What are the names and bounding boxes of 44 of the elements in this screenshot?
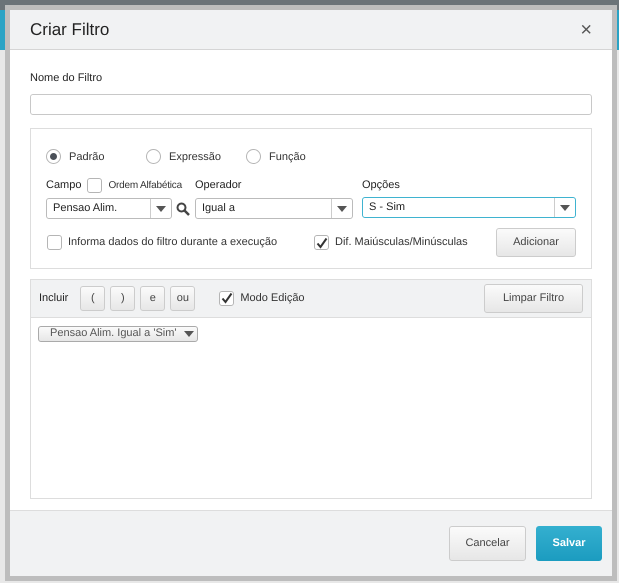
caret-icon bbox=[337, 206, 347, 212]
search-icon[interactable] bbox=[176, 202, 190, 216]
operator-select[interactable]: Igual a bbox=[195, 198, 353, 219]
caret-icon bbox=[184, 330, 194, 336]
radio-button[interactable] bbox=[246, 149, 261, 164]
caret-icon bbox=[156, 206, 166, 212]
checkbox-label: Ordem Alfabética bbox=[108, 178, 182, 192]
filter-name-input[interactable] bbox=[30, 94, 592, 114]
close-button[interactable]: × bbox=[580, 20, 592, 40]
checkbox[interactable] bbox=[314, 235, 329, 250]
field-select[interactable]: Pensao Alim. bbox=[46, 198, 172, 219]
radio-label: Padrão bbox=[69, 150, 104, 164]
field-label: Campo bbox=[46, 178, 82, 193]
radio-label: Função bbox=[269, 150, 306, 164]
operator-button[interactable]: ) bbox=[110, 286, 136, 310]
operator-button[interactable]: e bbox=[140, 286, 166, 310]
checkmark-icon bbox=[316, 236, 328, 248]
operator-button[interactable]: ( bbox=[80, 286, 106, 310]
clear-filter-button[interactable]: Limpar Filtro bbox=[484, 284, 583, 312]
options-select[interactable]: S - Sim bbox=[362, 197, 576, 218]
checkmark-icon bbox=[220, 292, 233, 304]
checkbox[interactable] bbox=[219, 290, 234, 306]
checkbox[interactable] bbox=[47, 235, 62, 250]
field-label: Opções bbox=[362, 178, 401, 193]
field-label: Operador bbox=[195, 178, 242, 193]
add-button[interactable]: Adicionar bbox=[496, 228, 576, 257]
radio-label: Expressão bbox=[169, 150, 221, 164]
radio-button[interactable] bbox=[146, 149, 161, 164]
cancel-button[interactable]: Cancelar bbox=[449, 526, 526, 561]
checkbox[interactable] bbox=[87, 178, 102, 192]
field-label: Nome do Filtro bbox=[30, 71, 104, 86]
filter-token-text: Pensao Alim. Igual a 'Sim' bbox=[50, 326, 176, 342]
dialog-title: Criar Filtro bbox=[30, 18, 110, 41]
checkbox-label: Informa dados do filtro durante a execução bbox=[68, 235, 278, 250]
operator-button[interactable]: ou bbox=[170, 286, 196, 310]
select-value: Igual a bbox=[201, 201, 236, 216]
checkbox-label: Modo Edição bbox=[240, 290, 305, 306]
checkbox-label: Dif. Maiúsculas/Minúsculas bbox=[335, 235, 468, 250]
select-value: Pensao Alim. bbox=[52, 201, 118, 216]
select-value: S - Sim bbox=[368, 200, 406, 216]
filter-token[interactable]: Pensao Alim. Igual a 'Sim' bbox=[38, 326, 198, 342]
toolbar-label: Incluir bbox=[39, 290, 68, 306]
caret-icon bbox=[560, 204, 570, 210]
radio-button[interactable] bbox=[46, 149, 61, 164]
